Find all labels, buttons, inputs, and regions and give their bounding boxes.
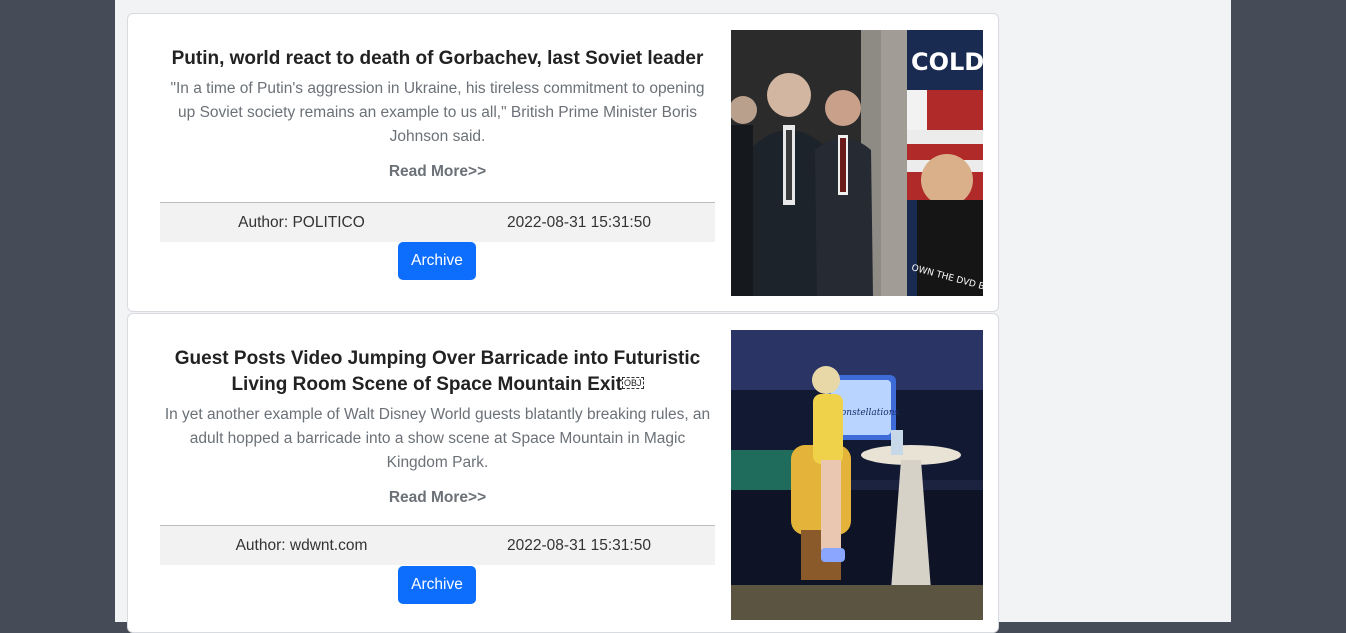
article-meta: Author: wdwnt.com 2022-08-31 15:31:50 xyxy=(160,525,715,565)
article-image[interactable]: Constellations xyxy=(731,330,983,620)
read-more-link[interactable]: Read More>> xyxy=(389,163,486,181)
screen-text: Constellations xyxy=(834,408,899,418)
poster-title: COLD WA xyxy=(911,48,983,76)
article-title: Putin, world react to death of Gorbachev… xyxy=(171,48,704,69)
article-author: Author: wdwnt.com xyxy=(235,537,368,554)
main-content: Putin, world react to death of Gorbachev… xyxy=(115,0,1231,633)
article-meta: Author: POLITICO 2022-08-31 15:31:50 xyxy=(160,202,715,242)
news-card: Guest Posts Video Jumping Over Barricade… xyxy=(127,313,999,633)
article-description: "In a time of Putin's aggression in Ukra… xyxy=(170,80,705,145)
article-description: In yet another example of Walt Disney Wo… xyxy=(164,406,711,471)
article-image[interactable]: COLD WA OWN THE DVD BOX SET 5 xyxy=(731,30,983,296)
read-more-link[interactable]: Read More>> xyxy=(389,489,486,507)
archive-button[interactable]: Archive xyxy=(398,566,476,604)
article-date: 2022-08-31 15:31:50 xyxy=(507,214,651,231)
article-date: 2022-08-31 15:31:50 xyxy=(507,537,651,554)
object-glyph: OBJ xyxy=(622,377,644,389)
card-body: Guest Posts Video Jumping Over Barricade… xyxy=(160,347,715,507)
archive-button[interactable]: Archive xyxy=(398,242,476,280)
article-title: Guest Posts Video Jumping Over Barricade… xyxy=(160,347,715,397)
article-author: Author: POLITICO xyxy=(238,214,365,231)
card-body: Putin, world react to death of Gorbachev… xyxy=(160,47,715,181)
news-card: Putin, world react to death of Gorbachev… xyxy=(127,13,999,312)
